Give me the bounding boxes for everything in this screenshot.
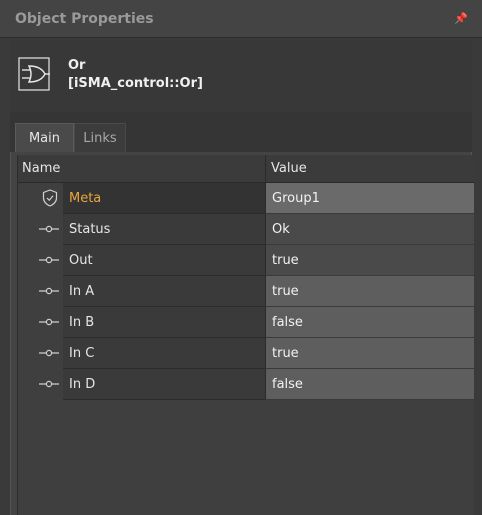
object-header: Or [iSMA_control::Or] (10, 40, 472, 112)
row-value: Group1 (272, 191, 320, 206)
table-row-status[interactable]: Status Ok (18, 214, 474, 245)
object-type: [iSMA_control::Or] (68, 76, 203, 91)
object-name: Or (68, 58, 86, 73)
tab-main[interactable]: Main (15, 123, 74, 152)
row-value: Ok (272, 222, 290, 237)
row-value: false (272, 315, 303, 330)
table-row-out[interactable]: Out true (18, 245, 474, 276)
table-row-in-c[interactable]: In C true (18, 338, 474, 369)
table-row-in-a[interactable]: In A true (18, 276, 474, 307)
slot-icon (39, 349, 59, 357)
column-header-value[interactable]: Value (271, 155, 307, 183)
slot-icon (39, 287, 59, 295)
row-value: true (272, 346, 299, 361)
slot-icon (39, 256, 59, 264)
row-value: false (272, 377, 303, 392)
properties-table: Name Value Meta Group1 Status Ok Out tru… (17, 155, 474, 515)
table-row-in-b[interactable]: In B false (18, 307, 474, 338)
table-row-meta[interactable]: Meta Group1 (18, 183, 474, 214)
row-name: Out (69, 253, 93, 268)
row-name: In A (69, 284, 95, 299)
row-value: true (272, 284, 299, 299)
row-name: In B (69, 315, 95, 330)
row-name: Meta (69, 191, 102, 206)
tab-strip: Main Links (10, 112, 472, 152)
tab-links[interactable]: Links (74, 123, 126, 152)
panel-title: Object Properties (15, 11, 154, 27)
slot-icon (39, 380, 59, 388)
panel-titlebar: Object Properties 📌 (0, 0, 482, 38)
row-name: In D (69, 377, 96, 392)
column-header-name[interactable]: Name (22, 155, 60, 183)
properties-panel: Name Value Meta Group1 Status Ok Out tru… (10, 152, 474, 515)
table-header: Name Value (18, 155, 474, 183)
shield-icon (42, 189, 58, 207)
slot-icon (39, 225, 59, 233)
table-empty-area (18, 400, 474, 515)
or-gate-icon (18, 57, 50, 91)
row-name: Status (69, 222, 111, 237)
table-row-in-d[interactable]: In D false (18, 369, 474, 400)
row-value: true (272, 253, 299, 268)
pin-icon[interactable]: 📌 (454, 12, 468, 25)
row-name: In C (69, 346, 95, 361)
slot-icon (39, 318, 59, 326)
column-divider[interactable] (265, 155, 266, 183)
